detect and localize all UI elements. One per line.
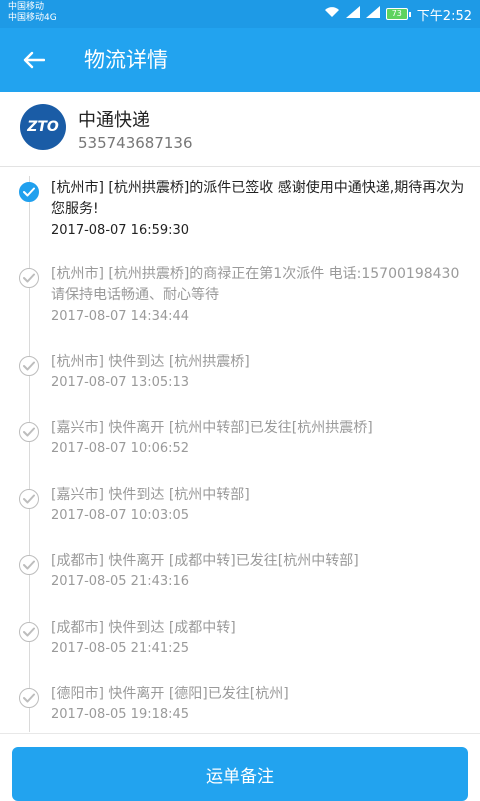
checkmark-icon xyxy=(19,489,39,509)
event-time: 2017-08-07 10:03:05 xyxy=(51,508,190,523)
battery-level: 73 xyxy=(385,8,408,20)
timeline-line xyxy=(29,176,30,732)
checkmark-icon xyxy=(19,422,39,442)
app-bar: 物流详情 xyxy=(0,28,480,92)
battery-icon: 73 xyxy=(385,8,411,20)
wifi-icon xyxy=(324,6,340,22)
event-time: 2017-08-07 16:59:30 xyxy=(51,223,190,238)
signal-4g-icon xyxy=(365,6,380,22)
bottom-bar: 运单备注 xyxy=(0,733,480,801)
status-icons: 73 下午2:52 xyxy=(324,0,472,28)
checkmark-icon xyxy=(19,356,39,376)
page-title: 物流详情 xyxy=(84,48,168,72)
carrier-info: 中国移动 中国移动4G xyxy=(8,2,57,24)
back-arrow-icon xyxy=(23,51,45,69)
event-description: [杭州市] 快件到达 [杭州拱震桥] xyxy=(51,354,250,370)
courier-name: 中通快递 xyxy=(78,110,150,131)
back-button[interactable] xyxy=(14,40,54,80)
event-description: [杭州市] [杭州拱震桥]的商禄正在第1次派件 电话:15700198430 请… xyxy=(51,266,460,303)
event-time: 2017-08-07 13:05:13 xyxy=(51,375,190,390)
event-description: [嘉兴市] 快件离开 [杭州中转部]已发往[杭州拱震桥] xyxy=(51,420,373,436)
checkmark-icon xyxy=(19,268,39,288)
event-description: [成都市] 快件离开 [成都中转]已发往[杭州中转部] xyxy=(51,553,359,569)
status-bar: 中国移动 中国移动4G 73 下午2:52 xyxy=(0,0,480,28)
carrier-1: 中国移动 xyxy=(8,2,45,12)
courier-logo: ZTO xyxy=(20,104,66,150)
event-description: [成都市] 快件到达 [成都中转] xyxy=(51,620,236,636)
checkmark-icon xyxy=(19,622,39,642)
event-time: 2017-08-07 14:34:44 xyxy=(51,309,190,324)
event-time: 2017-08-05 21:43:16 xyxy=(51,574,190,589)
tracking-timeline[interactable]: [杭州市] [杭州拱震桥]的派件已签收 感谢使用中通快递,期待再次为您服务! 2… xyxy=(0,168,480,732)
event-time: 2017-08-05 19:18:45 xyxy=(51,707,190,722)
tracking-number: 535743687136 xyxy=(78,134,193,152)
event-time: 2017-08-07 10:06:52 xyxy=(51,441,190,456)
event-description: [德阳市] 快件离开 [德阳]已发往[杭州] xyxy=(51,686,289,702)
event-description: [嘉兴市] 快件到达 [杭州中转部] xyxy=(51,487,250,503)
event-description: [杭州市] [杭州拱震桥]的派件已签收 感谢使用中通快递,期待再次为您服务! xyxy=(51,180,465,217)
carrier-2: 中国移动4G xyxy=(8,13,57,23)
checkmark-icon xyxy=(19,182,39,202)
clock: 下午2:52 xyxy=(416,8,472,24)
checkmark-icon xyxy=(19,555,39,575)
waybill-remark-button[interactable]: 运单备注 xyxy=(12,747,468,801)
event-time: 2017-08-05 21:41:25 xyxy=(51,641,190,656)
checkmark-icon xyxy=(19,688,39,708)
company-info: ZTO 中通快递 535743687136 xyxy=(0,92,480,167)
signal-icon xyxy=(345,6,360,22)
